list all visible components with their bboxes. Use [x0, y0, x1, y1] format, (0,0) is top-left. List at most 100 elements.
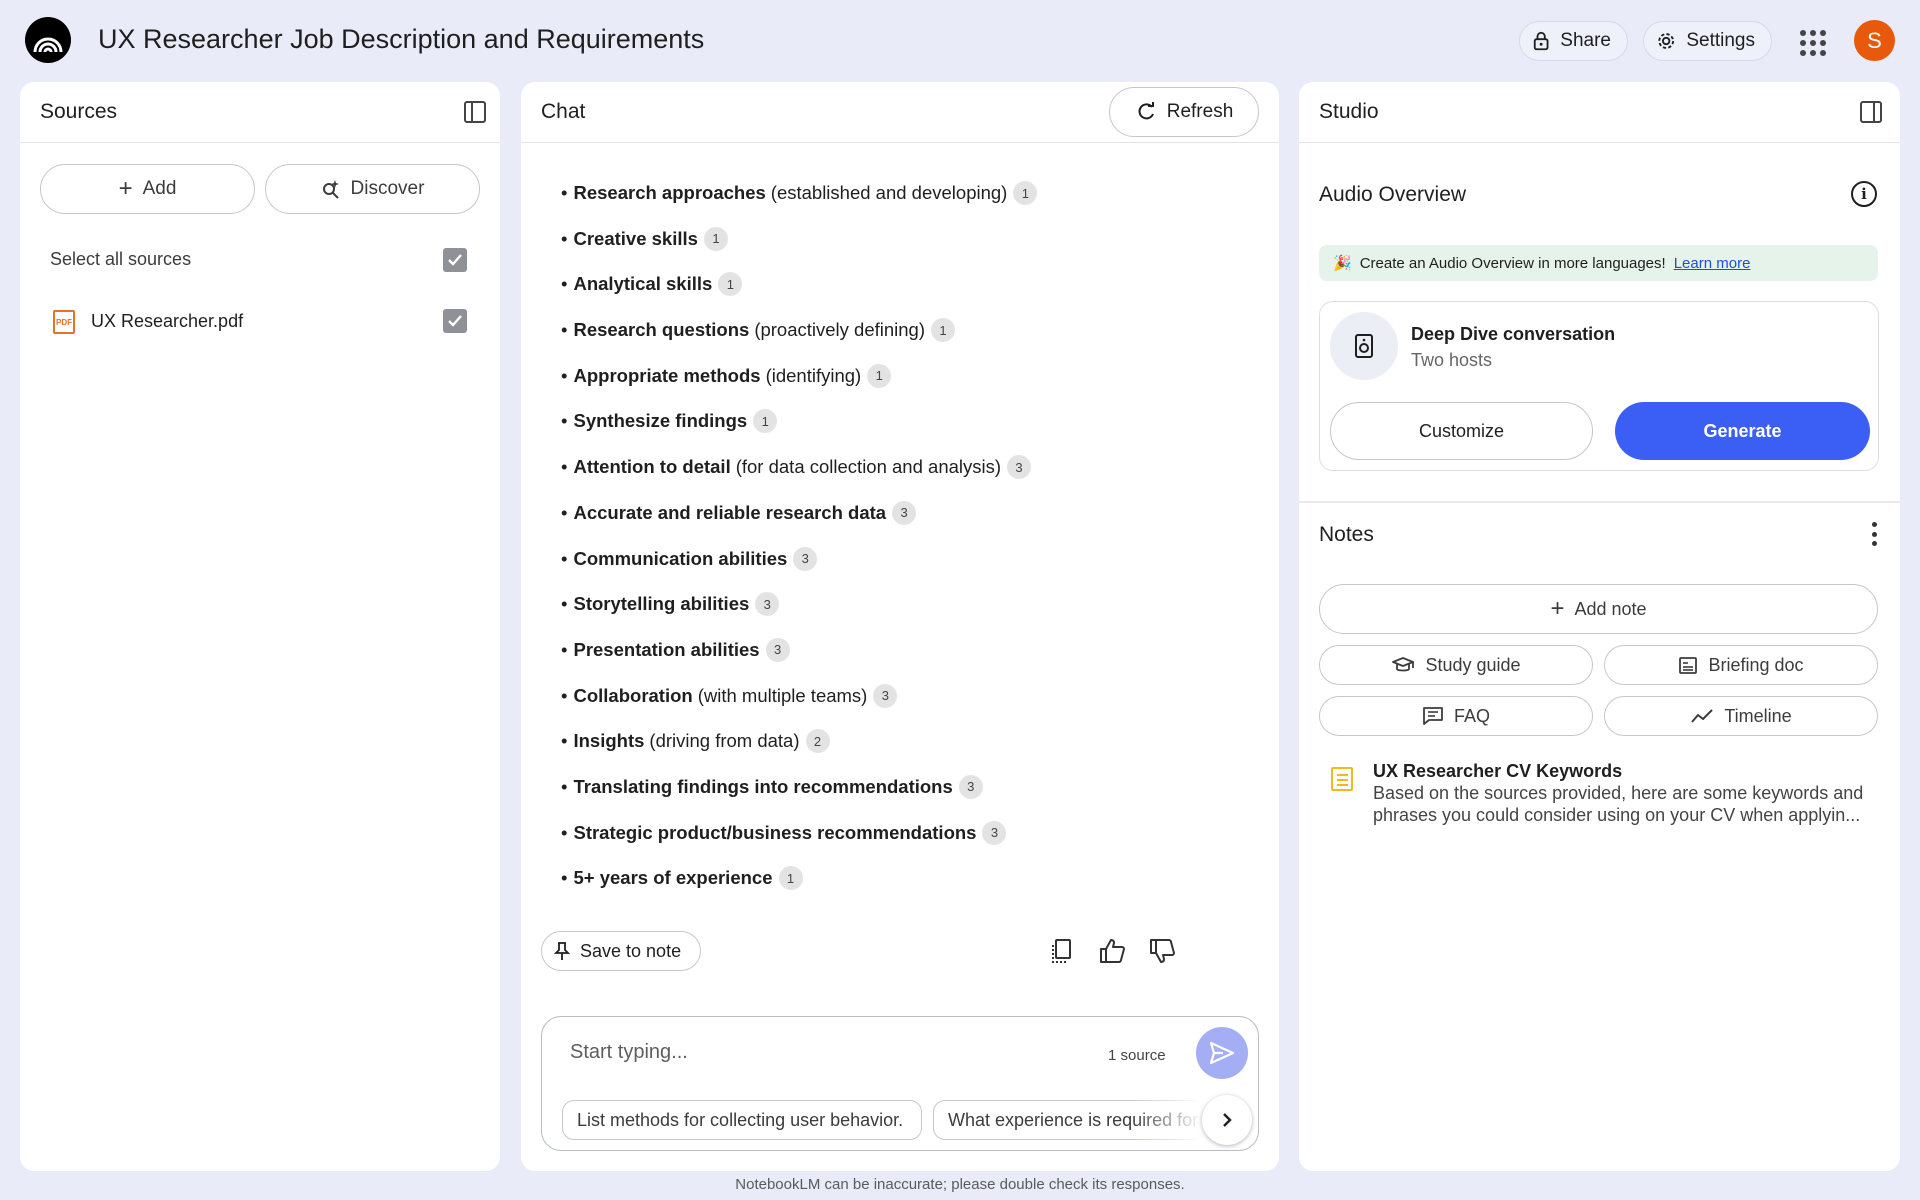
- customize-button[interactable]: Customize: [1330, 402, 1593, 460]
- source-file-name[interactable]: UX Researcher.pdf: [91, 311, 243, 332]
- timeline-icon: [1691, 709, 1714, 723]
- source-checkbox[interactable]: [443, 309, 467, 333]
- list-item: • Appropriate methods (identifying) 1: [561, 363, 1241, 411]
- deep-dive-card: Deep Dive conversation Two hosts Customi…: [1319, 301, 1879, 471]
- citation-badge[interactable]: 3: [892, 500, 917, 525]
- citation-badge[interactable]: 1: [778, 866, 803, 891]
- add-note-button[interactable]: + Add note: [1319, 584, 1878, 634]
- citation-badge[interactable]: 3: [793, 546, 818, 571]
- citation-badge[interactable]: 1: [931, 318, 956, 343]
- list-item: • Synthesize findings 1: [561, 409, 1241, 456]
- citation-badge[interactable]: 1: [1013, 181, 1038, 205]
- briefing-doc-button[interactable]: Briefing doc: [1604, 645, 1878, 685]
- banner-text: Create an Audio Overview in more languag…: [1359, 254, 1666, 272]
- refresh-label: Refresh: [1166, 101, 1234, 122]
- studio-title: Studio: [1319, 100, 1379, 123]
- citation-badge[interactable]: 3: [1007, 455, 1032, 480]
- chat-composer: 1 source List methods for collecting use…: [541, 1016, 1259, 1151]
- select-all-checkbox[interactable]: [443, 248, 467, 272]
- notes-title: Notes: [1319, 523, 1374, 546]
- citation-badge[interactable]: 3: [982, 820, 1007, 845]
- faq-label: FAQ: [1453, 705, 1490, 726]
- add-source-button[interactable]: + Add: [40, 164, 255, 214]
- faq-button[interactable]: FAQ: [1319, 696, 1593, 736]
- response-bullet-list: • Research approaches (established and dev…: [561, 181, 1241, 913]
- list-item: • Accurate and reliable research data 3: [561, 500, 1241, 548]
- chat-input[interactable]: [570, 1041, 1070, 1064]
- sources-title: Sources: [40, 100, 118, 123]
- logo-icon: [33, 37, 63, 53]
- list-item: • Research questions (proactively defining…: [561, 318, 1241, 365]
- sources-header: Sources: [20, 82, 500, 143]
- list-item: • Translating findings into recommendatio…: [561, 774, 1241, 822]
- share-button[interactable]: Share: [1519, 21, 1628, 61]
- studio-header: Studio: [1299, 82, 1900, 143]
- plus-icon: +: [118, 175, 133, 202]
- discover-button[interactable]: Discover: [265, 164, 480, 214]
- citation-badge[interactable]: 1: [753, 409, 778, 434]
- chat-panel: Chat Refresh • Research approaches (establ…: [521, 82, 1279, 1171]
- suggestion-chip[interactable]: List methods for collecting user behavio…: [562, 1100, 922, 1140]
- send-button[interactable]: [1196, 1027, 1248, 1079]
- divider: [1299, 501, 1900, 503]
- list-item: • Research approaches (established and dev…: [561, 181, 1241, 228]
- party-popper-icon: 🎉: [1333, 255, 1352, 272]
- avatar[interactable]: S: [1854, 20, 1895, 61]
- study-guide-button[interactable]: Study guide: [1319, 645, 1593, 685]
- add-label: Add: [142, 178, 177, 199]
- briefing-doc-label: Briefing doc: [1708, 654, 1804, 675]
- add-note-label: Add note: [1574, 598, 1647, 619]
- check-icon: [448, 254, 462, 266]
- audio-overview-title: Audio Overview: [1319, 183, 1467, 206]
- notebook-title[interactable]: UX Researcher Job Description and Requir…: [98, 24, 704, 55]
- generate-button[interactable]: Generate: [1615, 402, 1870, 460]
- thumbs-up-icon[interactable]: [1097, 936, 1127, 966]
- citation-badge[interactable]: 3: [765, 637, 790, 662]
- discover-label: Discover: [350, 178, 425, 199]
- sources-panel: Sources + Add Discover Select all source…: [20, 82, 500, 1171]
- share-label: Share: [1560, 30, 1611, 51]
- saved-note-title[interactable]: UX Researcher CV Keywords: [1373, 761, 1622, 782]
- settings-label: Settings: [1686, 30, 1755, 51]
- pin-icon: [554, 942, 570, 960]
- select-all-label: Select all sources: [50, 249, 192, 269]
- citation-badge[interactable]: 2: [805, 729, 830, 754]
- citation-badge[interactable]: 3: [873, 683, 898, 708]
- list-item: • Attention to detail (for data collection…: [561, 455, 1241, 502]
- citation-badge[interactable]: 3: [755, 592, 780, 617]
- list-item: • 5+ years of experience 1: [561, 866, 1241, 913]
- collapse-panel-icon[interactable]: [463, 100, 487, 124]
- saved-note-snippet[interactable]: Based on the sources provided, here are …: [1373, 782, 1873, 826]
- top-bar: UX Researcher Job Description and Requir…: [0, 0, 1920, 80]
- chevron-right-icon: [1223, 1113, 1232, 1127]
- study-guide-label: Study guide: [1425, 654, 1521, 675]
- discover-search-icon: [322, 180, 339, 199]
- notebooklm-logo[interactable]: [25, 17, 71, 63]
- list-item: • Strategic product/business recommendati…: [561, 820, 1241, 868]
- timeline-button[interactable]: Timeline: [1604, 696, 1878, 736]
- more-options-icon[interactable]: [1869, 522, 1879, 546]
- list-item: • Analytical skills 1: [561, 272, 1241, 319]
- collapse-panel-icon[interactable]: [1859, 100, 1883, 124]
- save-to-note-button[interactable]: Save to note: [541, 931, 701, 971]
- pdf-icon: PDF: [53, 310, 75, 334]
- check-icon: [448, 315, 462, 327]
- refresh-button[interactable]: Refresh: [1109, 87, 1259, 137]
- citation-badge[interactable]: 1: [703, 226, 728, 251]
- chat-header: Chat Refresh: [521, 82, 1279, 143]
- citation-badge[interactable]: 1: [718, 272, 743, 297]
- graduation-cap-icon: [1392, 657, 1415, 672]
- save-to-note-label: Save to note: [580, 940, 682, 961]
- info-icon[interactable]: i: [1851, 181, 1877, 207]
- send-icon: [1209, 1041, 1235, 1065]
- citation-badge[interactable]: 1: [867, 363, 892, 388]
- lock-icon: [1533, 31, 1549, 51]
- apps-grid-icon[interactable]: [1800, 30, 1826, 56]
- learn-more-link[interactable]: Learn more: [1674, 255, 1751, 272]
- gear-icon: [1658, 33, 1675, 49]
- next-suggestions-button[interactable]: [1202, 1095, 1252, 1145]
- copy-icon[interactable]: [1047, 936, 1077, 966]
- thumbs-down-icon[interactable]: [1147, 936, 1177, 966]
- citation-badge[interactable]: 3: [958, 774, 983, 799]
- settings-button[interactable]: Settings: [1643, 21, 1772, 61]
